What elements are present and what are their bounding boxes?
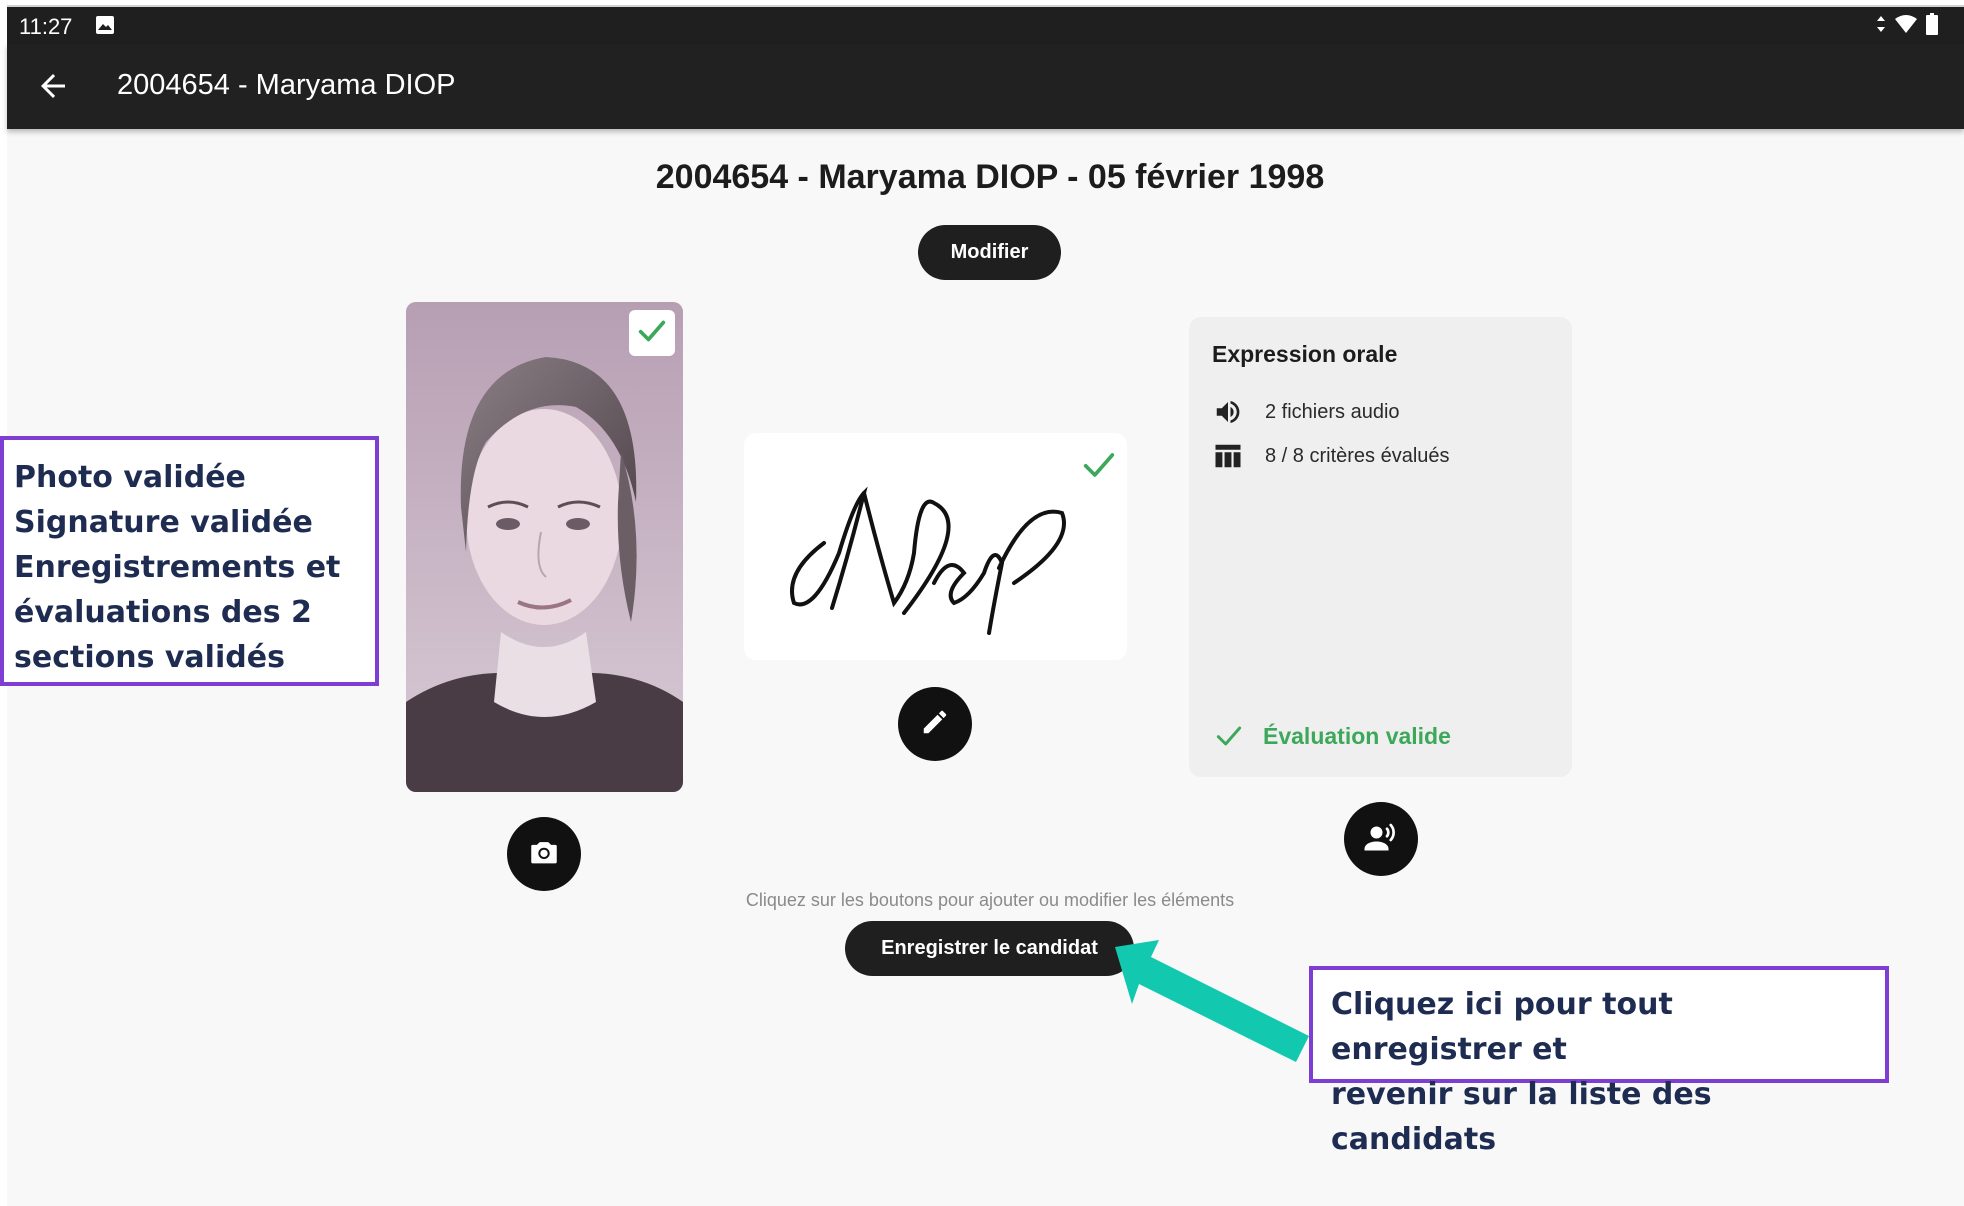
data-arrows-icon [1876, 15, 1886, 38]
photo-validated-badge [629, 310, 675, 356]
table-icon [1213, 441, 1247, 471]
criteria-row: 8 / 8 critères évalués [1213, 441, 1450, 471]
status-icons [1876, 13, 1938, 40]
signature-image [790, 486, 1066, 635]
record-voice-button[interactable] [1344, 802, 1418, 876]
portrait-image [406, 302, 683, 792]
wifi-icon [1894, 14, 1918, 39]
oral-expression-card[interactable]: Expression orale 2 fichiers audio 8 / 8 … [1189, 317, 1572, 777]
candidate-photo[interactable] [406, 302, 683, 792]
criteria-label: 8 / 8 critères évalués [1265, 444, 1450, 467]
take-photo-button[interactable] [507, 817, 581, 891]
oral-expression-title: Expression orale [1212, 341, 1398, 367]
audio-files-label: 2 fichiers audio [1265, 400, 1400, 423]
edit-signature-button[interactable] [898, 687, 972, 761]
callout-line: Cliquez ici pour tout enregistrer et [1331, 987, 1673, 1067]
camera-icon [527, 835, 561, 874]
validation-callout: Photo validée Signature validée Enregist… [0, 436, 379, 686]
evaluation-status: Évaluation valide [1213, 720, 1451, 752]
evaluation-status-label: Évaluation valide [1263, 722, 1451, 749]
check-icon [1213, 720, 1245, 752]
instructions-hint: Cliquez sur les boutons pour ajouter ou … [745, 890, 1235, 910]
save-instruction-callout: Cliquez ici pour tout enregistrer et rev… [1309, 966, 1889, 1157]
voice-record-icon [1363, 819, 1399, 860]
volume-icon [1213, 397, 1247, 427]
candidate-heading: 2004654 - Maryama DIOP - 05 février 1998 [655, 158, 1325, 196]
callout-line: revenir sur la liste des candidats [1331, 1077, 1712, 1157]
callout-line: Enregistrements et [14, 550, 341, 585]
callout-line: évaluations des 2 [14, 595, 312, 630]
arrow-back-icon[interactable] [35, 68, 71, 109]
status-bar: 11:27 [7, 7, 1964, 44]
audio-files-row: 2 fichiers audio [1213, 397, 1400, 427]
signature-card[interactable] [744, 433, 1127, 660]
modify-button[interactable]: Modifier [918, 225, 1061, 280]
callout-line: Photo validée [14, 460, 246, 495]
status-time: 11:27 [19, 14, 73, 39]
check-icon [1079, 445, 1119, 490]
callout-line: sections validés [14, 640, 285, 675]
app-bar-title: 2004654 - Maryama DIOP [117, 69, 456, 101]
battery-icon [1926, 13, 1938, 40]
callout-line: Signature validée [14, 505, 313, 540]
save-candidate-button[interactable]: Enregistrer le candidat [845, 921, 1134, 976]
image-notification-icon [95, 15, 115, 40]
app-bar: 2004654 - Maryama DIOP [7, 44, 1964, 129]
check-icon [635, 314, 669, 353]
pencil-icon [920, 707, 950, 742]
